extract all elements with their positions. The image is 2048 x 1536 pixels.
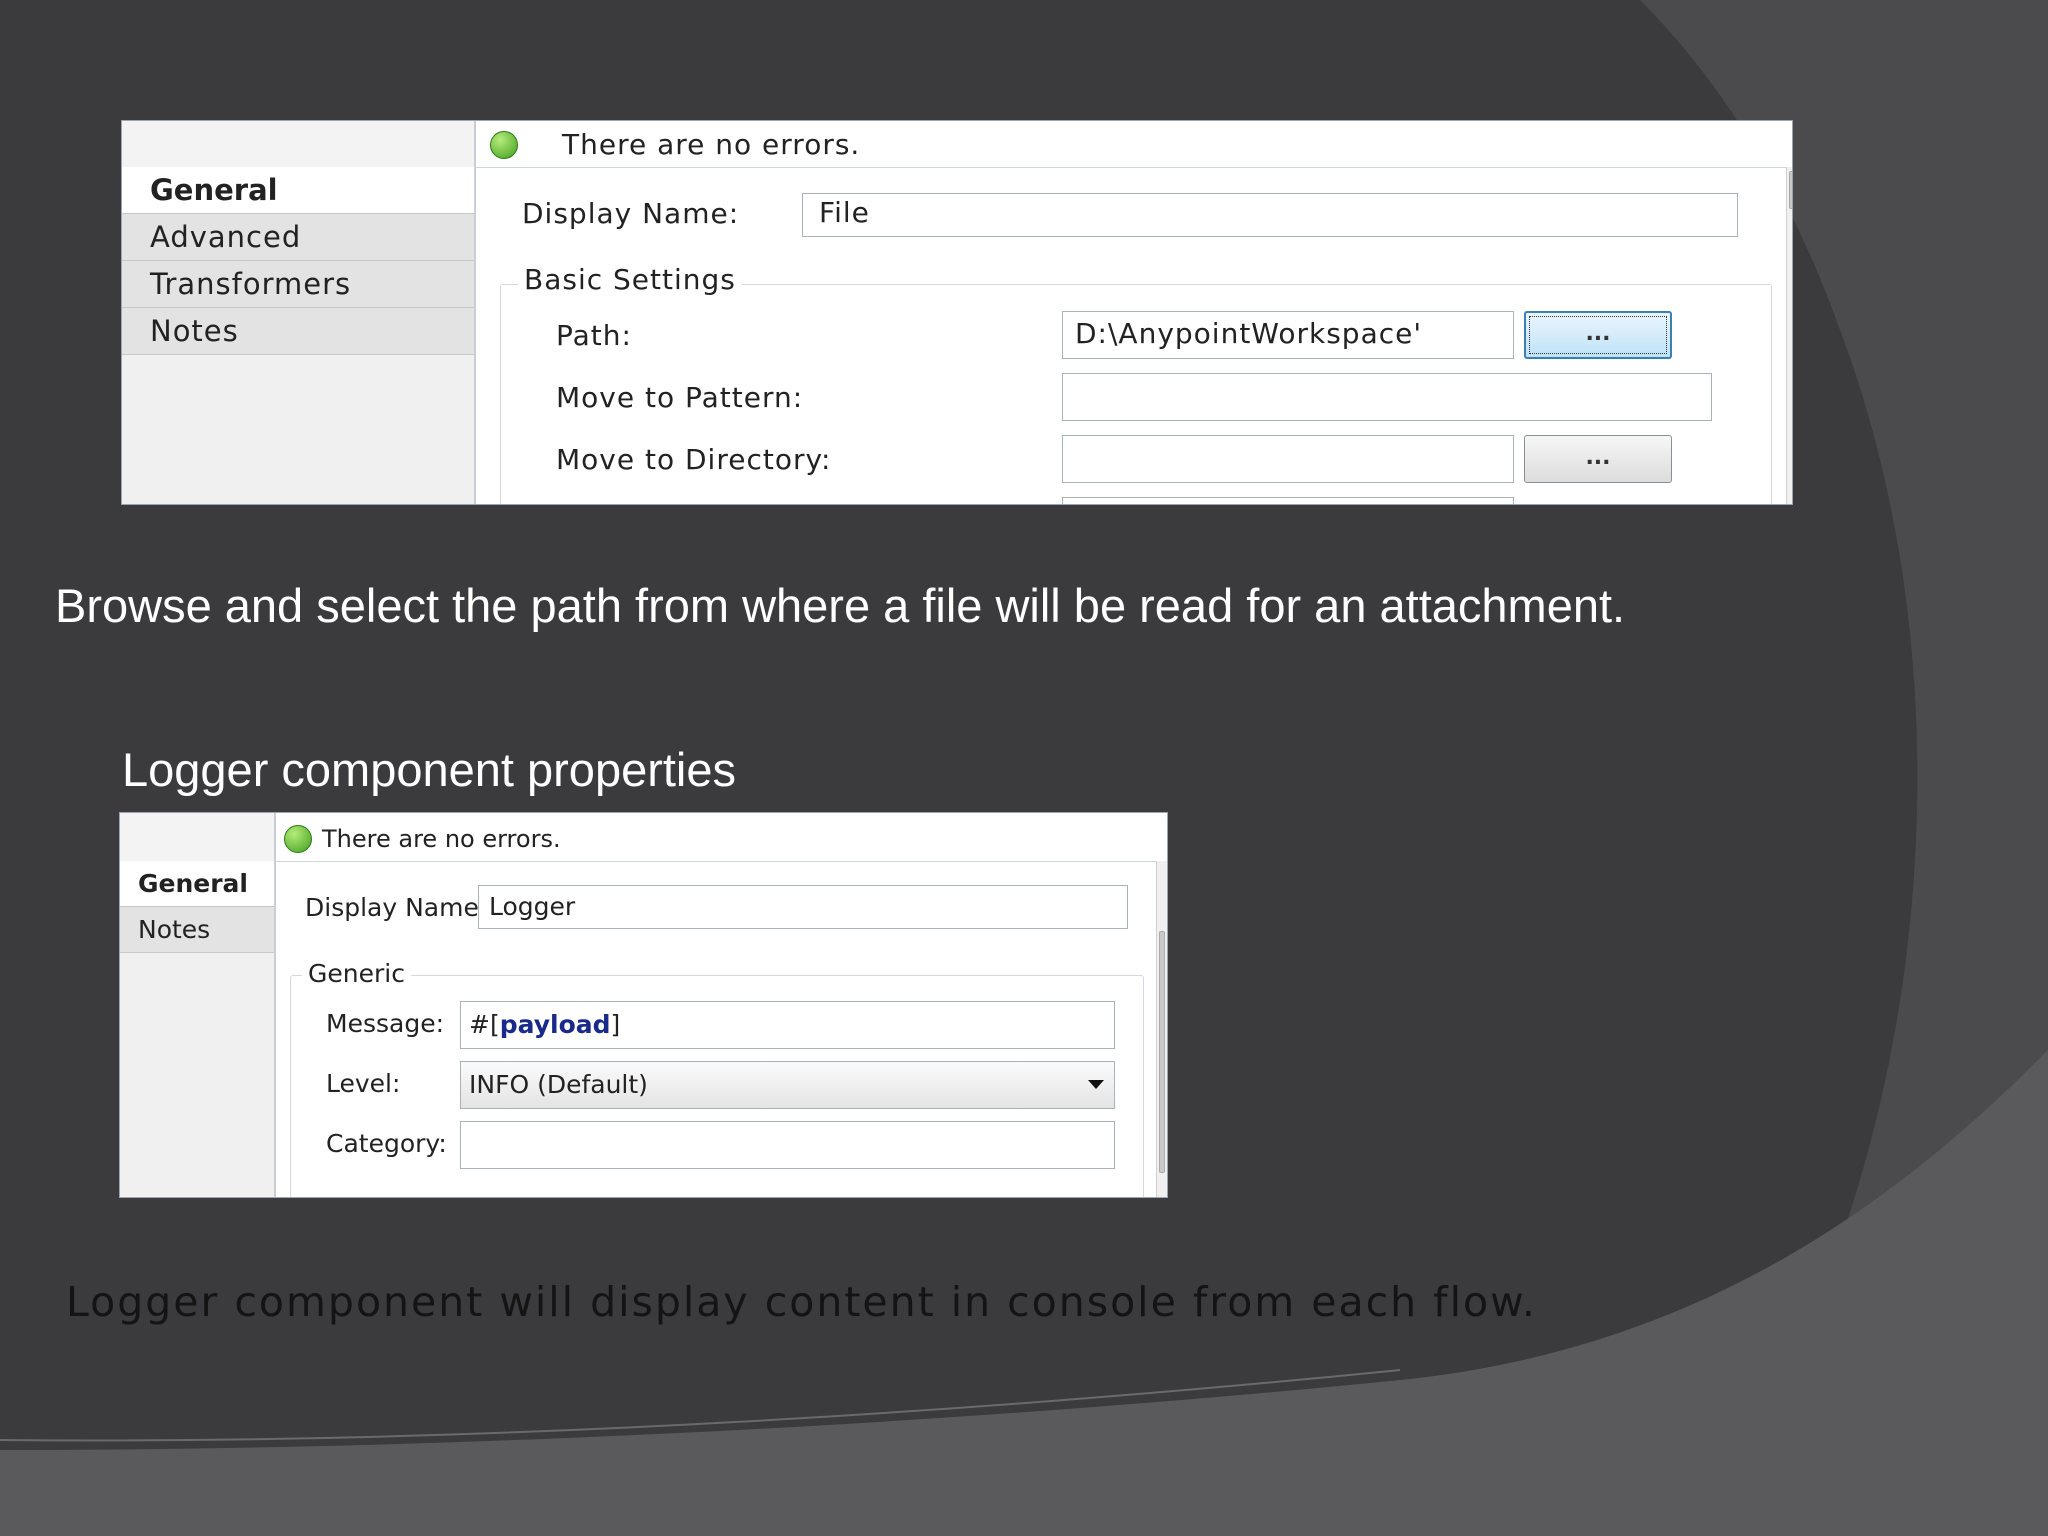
display-name-field[interactable]: File [802, 193, 1738, 237]
path-field[interactable]: D:\AnypointWorkspace' [1062, 311, 1514, 359]
move-to-directory-field[interactable] [1062, 435, 1514, 483]
sidebar-header [120, 813, 274, 862]
check-circle-icon [490, 131, 518, 159]
display-name-label: Display Name: [305, 893, 488, 922]
move-to-directory-label: Move to Directory: [556, 443, 832, 476]
next-field-partial [1062, 497, 1514, 504]
path-label: Path: [556, 319, 632, 352]
message-field[interactable]: #[payload] [460, 1001, 1115, 1049]
logger-tab-sidebar: General Notes [120, 813, 276, 1197]
level-label: Level: [326, 1069, 401, 1098]
message-label: Message: [326, 1009, 444, 1038]
browse-directory-button[interactable]: ... [1524, 435, 1672, 483]
move-to-pattern-label: Move to Pattern: [556, 381, 804, 414]
tab-general[interactable]: General [122, 167, 474, 214]
logger-panel-scrollbar[interactable] [1156, 861, 1167, 1197]
scrollbar-thumb[interactable] [1159, 931, 1165, 1173]
file-properties-panel: General Advanced Transformers Notes Ther… [121, 120, 1793, 505]
tab-notes[interactable]: Notes [122, 308, 474, 355]
payload-keyword: payload [499, 1010, 611, 1039]
level-select[interactable]: INFO (Default) [460, 1061, 1115, 1109]
browse-path-button[interactable]: ... [1524, 311, 1672, 359]
tab-transformers[interactable]: Transformers [122, 261, 474, 308]
status-message: There are no errors. [322, 825, 561, 853]
logger-description-note: Logger component will display content in… [66, 1278, 1537, 1326]
file-panel-scrollbar[interactable] [1786, 167, 1792, 504]
check-circle-icon [284, 825, 312, 853]
expression-suffix: ] [610, 1010, 621, 1039]
status-message: There are no errors. [562, 128, 861, 161]
tab-advanced[interactable]: Advanced [122, 214, 474, 261]
logger-section-title: Logger component properties [122, 743, 737, 796]
level-selected-value: INFO (Default) [469, 1070, 648, 1099]
generic-group-title: Generic [302, 959, 411, 988]
file-tab-sidebar: General Advanced Transformers Notes [122, 121, 476, 504]
tab-notes[interactable]: Notes [120, 907, 274, 953]
status-bar: There are no errors. [276, 813, 1167, 862]
move-to-pattern-field[interactable] [1062, 373, 1712, 421]
file-path-caption: Browse and select the path from where a … [55, 579, 1626, 632]
display-name-label: Display Name: [522, 197, 740, 230]
category-label: Category: [326, 1129, 447, 1158]
expression-prefix: #[ [469, 1010, 500, 1039]
status-bar: There are no errors. [476, 121, 1792, 168]
basic-settings-title: Basic Settings [518, 263, 742, 296]
tab-general[interactable]: General [120, 861, 274, 907]
sidebar-header [122, 121, 474, 168]
scrollbar-thumb[interactable] [1789, 171, 1792, 209]
category-field[interactable] [460, 1121, 1115, 1169]
chevron-down-icon[interactable] [1088, 1080, 1104, 1089]
display-name-field[interactable]: Logger [478, 885, 1128, 929]
logger-properties-panel: General Notes There are no errors. Displ… [119, 812, 1168, 1198]
